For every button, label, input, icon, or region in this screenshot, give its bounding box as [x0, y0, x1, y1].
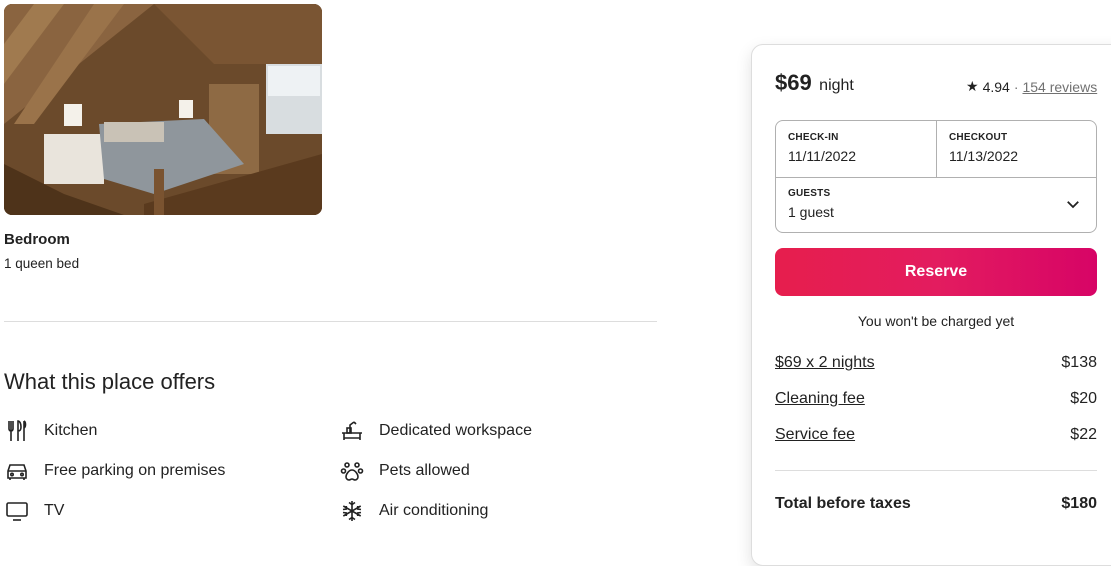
reviews-link[interactable]: 154 reviews — [1022, 79, 1097, 95]
amenity-kitchen: Kitchen — [4, 418, 97, 444]
rating-summary: ★ 4.94 · 154 reviews — [966, 78, 1097, 95]
price-line-nights: $69 x 2 nights $138 — [775, 354, 1097, 372]
booking-dates-guests: CHECK-IN 11/11/2022 CHECKOUT 11/13/2022 … — [775, 120, 1097, 233]
paw-icon — [339, 458, 365, 484]
price-unit: night — [819, 77, 854, 94]
checkin-value: 11/11/2022 — [788, 148, 856, 164]
workspace-icon — [339, 418, 365, 444]
rating-value: 4.94 — [982, 78, 1010, 95]
car-icon — [4, 458, 30, 484]
rating-separator: · — [1013, 78, 1019, 95]
total-divider — [775, 470, 1097, 471]
nights-amount: $138 — [1061, 354, 1097, 371]
date-divider — [936, 121, 937, 177]
reserve-button[interactable]: Reserve — [775, 248, 1097, 296]
amenity-air-conditioning: Air conditioning — [339, 498, 488, 524]
guests-label: GUESTS — [788, 188, 831, 199]
no-charge-note: You won't be charged yet — [857, 313, 1015, 329]
price-line-service: Service fee $22 — [775, 426, 1097, 444]
price-amount: $69 — [775, 70, 812, 95]
kitchen-icon — [4, 418, 30, 444]
star-icon: ★ — [966, 78, 979, 94]
cleaning-fee-link[interactable]: Cleaning fee — [775, 390, 865, 408]
amenity-label: Dedicated workspace — [379, 422, 532, 439]
room-bed-info: 1 queen bed — [4, 256, 80, 271]
room-name: Bedroom — [4, 231, 70, 248]
checkout-field[interactable]: CHECKOUT 11/13/2022 — [949, 132, 1018, 164]
guests-value: 1 guest — [788, 204, 834, 220]
amenities-title: What this place offers — [4, 369, 216, 394]
amenity-parking: Free parking on premises — [4, 458, 225, 484]
amenity-pets: Pets allowed — [339, 458, 470, 484]
total-amount: $180 — [1061, 495, 1097, 512]
amenity-label: TV — [44, 502, 65, 519]
chevron-down-icon[interactable] — [1064, 195, 1082, 213]
total-label: Total before taxes — [775, 495, 911, 512]
bedroom-photo-image — [4, 4, 322, 215]
checkout-label: CHECKOUT — [949, 132, 1008, 143]
checkin-label: CHECK-IN — [788, 132, 839, 143]
cleaning-fee-amount: $20 — [1070, 390, 1097, 407]
amenity-label: Free parking on premises — [44, 462, 226, 479]
amenity-tv: TV — [4, 498, 64, 524]
section-divider — [4, 321, 657, 322]
checkin-field[interactable]: CHECK-IN 11/11/2022 — [788, 132, 856, 164]
price-line-cleaning: Cleaning fee $20 — [775, 390, 1097, 408]
nights-breakdown-link[interactable]: $69 x 2 nights — [775, 354, 875, 372]
tv-icon — [4, 498, 30, 524]
amenity-workspace: Dedicated workspace — [339, 418, 532, 444]
checkout-value: 11/13/2022 — [949, 148, 1019, 164]
nightly-price: $69 night — [775, 70, 854, 96]
snowflake-icon — [339, 498, 365, 524]
service-fee-amount: $22 — [1070, 426, 1097, 443]
room-photo[interactable] — [4, 4, 322, 215]
amenity-label: Air conditioning — [379, 502, 489, 519]
amenity-label: Kitchen — [44, 422, 98, 439]
amenity-label: Pets allowed — [379, 462, 470, 479]
total-row: Total before taxes $180 — [775, 495, 1097, 513]
guests-divider — [776, 177, 1096, 178]
guests-field[interactable]: GUESTS 1 guest — [788, 188, 1078, 220]
service-fee-link[interactable]: Service fee — [775, 426, 855, 444]
